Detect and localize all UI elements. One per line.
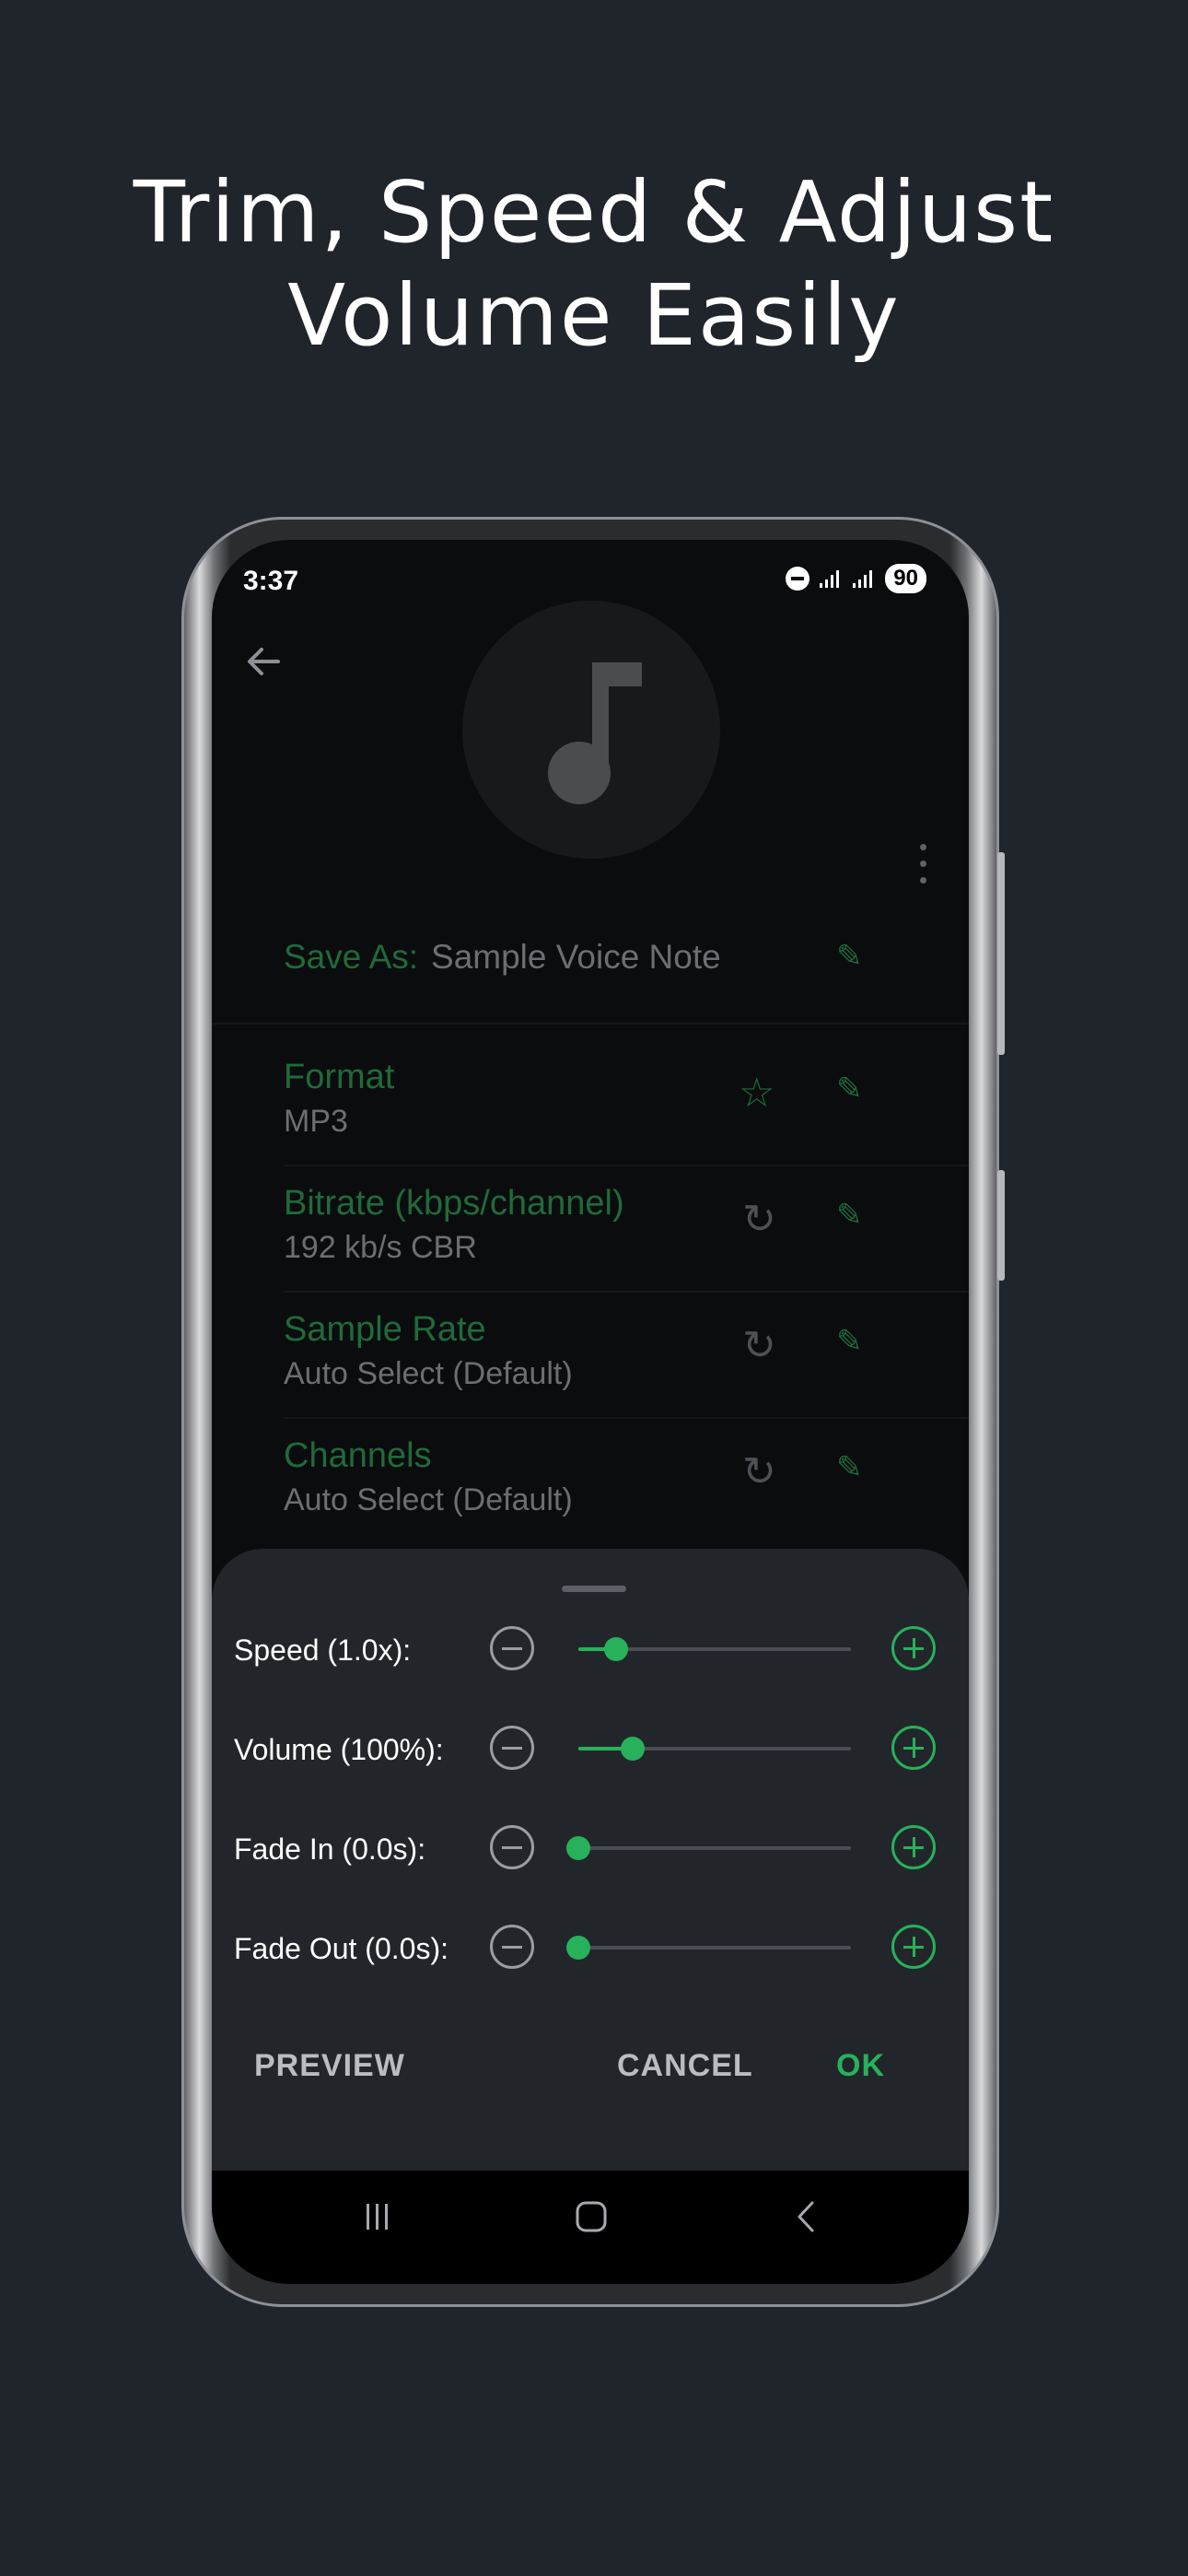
divider	[284, 1417, 969, 1419]
divider	[284, 1165, 969, 1166]
back-arrow-icon[interactable]	[243, 641, 284, 682]
edit-bitrate-icon[interactable]: ✎	[836, 1197, 863, 1234]
setting-channels[interactable]: Channels Auto Select (Default)	[284, 1434, 882, 1522]
recent-apps-icon[interactable]	[359, 2198, 396, 2235]
save-as-value: Sample Voice Note	[431, 938, 721, 976]
decrease-volume-button[interactable]	[490, 1726, 534, 1770]
speed-label: Speed (1.0x):	[234, 1633, 412, 1667]
back-nav-icon[interactable]	[788, 2198, 825, 2235]
volume-label: Volume (100%):	[234, 1733, 444, 1766]
volume-side-button	[997, 852, 1005, 1055]
save-as-label: Save As:	[284, 938, 419, 976]
reset-icon[interactable]: ↻	[742, 1322, 776, 1369]
setting-value: Auto Select (Default)	[284, 1356, 573, 1391]
edit-channels-icon[interactable]: ✎	[836, 1449, 863, 1486]
fade-in-slider[interactable]	[566, 1836, 851, 1860]
setting-bitrate[interactable]: Bitrate (kbps/channel) 192 kb/s CBR	[284, 1181, 882, 1270]
fade-out-row: Fade Out (0.0s):	[212, 1914, 969, 1987]
setting-title: Format	[284, 1058, 395, 1096]
decrease-speed-button[interactable]	[490, 1626, 534, 1670]
more-options-icon[interactable]	[920, 844, 926, 884]
status-time: 3:37	[243, 566, 299, 596]
speed-slider[interactable]	[578, 1637, 851, 1661]
navigation-bar	[212, 2171, 969, 2284]
home-icon[interactable]	[573, 2198, 610, 2235]
slider-thumb[interactable]	[566, 1936, 590, 1960]
preview-button[interactable]: PREVIEW	[254, 2048, 405, 2084]
star-outline-icon[interactable]: ☆	[739, 1070, 775, 1117]
increase-fade-in-button[interactable]	[891, 1825, 936, 1869]
divider	[284, 1291, 969, 1293]
divider	[212, 1023, 969, 1025]
album-art	[462, 601, 720, 859]
setting-sample-rate[interactable]: Sample Rate Auto Select (Default)	[284, 1307, 882, 1396]
decrease-fade-out-button[interactable]	[490, 1925, 534, 1969]
edit-format-icon[interactable]: ✎	[836, 1071, 863, 1107]
reset-icon[interactable]: ↻	[742, 1196, 776, 1243]
ok-button[interactable]: OK	[836, 2048, 885, 2084]
fade-out-label: Fade Out (0.0s):	[234, 1932, 448, 1965]
fade-out-slider[interactable]	[566, 1936, 851, 1960]
phone-screen: 3:37 90 Save As: Sample Voice Note ✎ For…	[212, 540, 969, 2284]
headline: Trim, Speed & Adjust Volume Easily	[0, 161, 1188, 368]
increase-fade-out-button[interactable]	[891, 1925, 936, 1969]
battery-indicator: 90	[885, 564, 926, 593]
volume-row: Volume (100%):	[212, 1715, 969, 1788]
slider-thumb[interactable]	[621, 1737, 646, 1761]
status-icons: 90	[786, 564, 926, 593]
setting-title: Sample Rate	[284, 1310, 486, 1349]
fade-in-row: Fade In (0.0s):	[212, 1814, 969, 1888]
slider-thumb[interactable]	[566, 1836, 590, 1860]
headline-line-2: Volume Easily	[287, 266, 901, 365]
setting-value: 192 kb/s CBR	[284, 1230, 477, 1265]
signal-icon	[820, 570, 840, 588]
increase-speed-button[interactable]	[891, 1626, 936, 1670]
setting-title: Channels	[284, 1436, 432, 1475]
do-not-disturb-icon	[786, 567, 810, 591]
slider-thumb[interactable]	[604, 1637, 629, 1661]
setting-title: Bitrate (kbps/channel)	[284, 1184, 624, 1223]
speed-row: Speed (1.0x):	[212, 1615, 969, 1689]
fade-in-label: Fade In (0.0s):	[234, 1832, 426, 1866]
setting-format[interactable]: Format MP3	[284, 1055, 882, 1143]
reset-icon[interactable]: ↻	[742, 1448, 776, 1495]
edit-sample-rate-icon[interactable]: ✎	[836, 1323, 863, 1360]
save-as-row[interactable]: Save As: Sample Voice Note	[284, 938, 928, 977]
drag-handle[interactable]	[562, 1586, 626, 1592]
signal-icon-2	[853, 570, 873, 588]
music-note-icon	[548, 662, 642, 804]
cancel-button[interactable]: CANCEL	[617, 2048, 753, 2084]
setting-value: MP3	[284, 1104, 348, 1139]
power-side-button	[997, 1170, 1005, 1281]
edit-filename-icon[interactable]: ✎	[836, 938, 863, 975]
setting-value: Auto Select (Default)	[284, 1482, 573, 1517]
increase-volume-button[interactable]	[891, 1726, 936, 1770]
volume-slider[interactable]	[578, 1737, 851, 1761]
decrease-fade-in-button[interactable]	[490, 1825, 534, 1869]
headline-line-1: Trim, Speed & Adjust	[133, 163, 1055, 262]
